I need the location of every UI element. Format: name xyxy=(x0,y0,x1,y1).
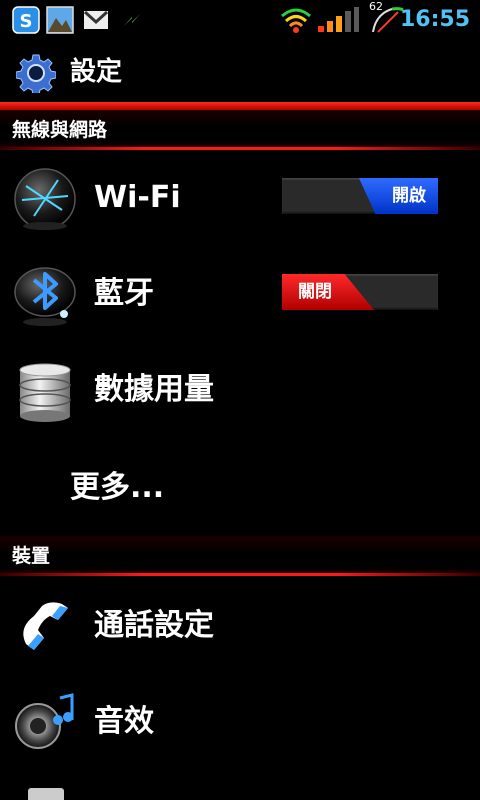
phone-icon xyxy=(23,602,68,650)
section-title: 裝置 xyxy=(12,545,51,567)
list-item-wifi[interactable]: Wi-Fi 開啟 xyxy=(0,150,480,246)
gmail-icon xyxy=(83,10,109,29)
list-item-label: 藍牙 xyxy=(94,276,154,311)
status-bar: S 62 16:55 xyxy=(0,0,480,40)
list-item-data-usage[interactable]: 數據用量 xyxy=(0,342,480,438)
wifi-icon xyxy=(281,8,311,33)
list-item-label: 數據用量 xyxy=(94,372,214,407)
section-header-wireless: 無線與網路 xyxy=(0,110,480,150)
app-bar: 設定 xyxy=(0,40,480,104)
bluetooth-toggle[interactable]: 關閉 xyxy=(282,274,438,310)
list-item-label: 通話設定 xyxy=(94,608,214,643)
list-item-more[interactable]: 更多... xyxy=(0,440,480,536)
svg-text:S: S xyxy=(20,11,33,32)
page-title: 設定 xyxy=(70,57,123,87)
list-item-sound[interactable]: 音效 xyxy=(0,674,480,770)
wifi-globe-icon xyxy=(14,168,76,230)
list-item-label: Wi-Fi xyxy=(94,180,181,215)
list-item-bluetooth[interactable]: 藍牙 關閉 xyxy=(0,246,480,342)
bluetooth-icon xyxy=(14,267,76,326)
clock: 16:55 xyxy=(399,7,470,32)
toggle-label: 關閉 xyxy=(298,282,332,302)
skype-icon: S xyxy=(12,6,40,34)
gear-icon xyxy=(16,54,56,93)
speaker-icon xyxy=(15,693,74,749)
wifi-toggle[interactable]: 開啟 xyxy=(282,178,438,214)
signal-icon xyxy=(318,7,359,32)
battery-level: 62 xyxy=(369,0,383,13)
list-item-call-settings[interactable]: 通話設定 xyxy=(0,578,480,674)
next-item-icon-partial xyxy=(28,788,64,800)
section-header-device: 裝置 xyxy=(0,536,480,576)
photo-icon xyxy=(46,6,74,34)
list-item-label: 音效 xyxy=(94,704,154,739)
section-title: 無線與網路 xyxy=(12,119,108,141)
toggle-label: 開啟 xyxy=(392,186,426,206)
header-divider xyxy=(0,102,480,110)
sync-icon xyxy=(124,14,140,26)
section-divider xyxy=(0,573,480,576)
database-icon xyxy=(19,363,71,422)
list-item-label: 更多... xyxy=(70,470,165,505)
